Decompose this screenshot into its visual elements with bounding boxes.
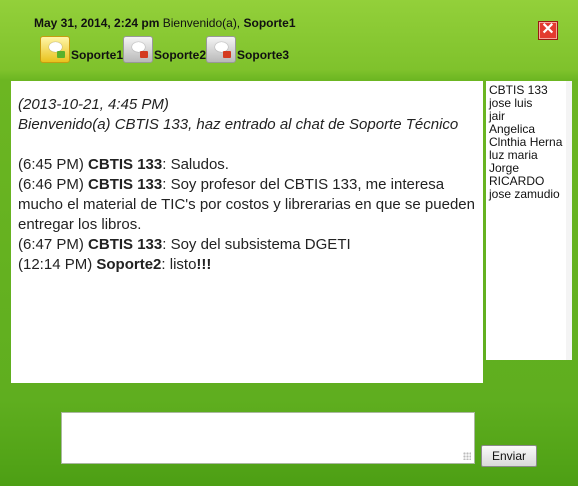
header-info: May 31, 2014, 2:24 pm Bienvenido(a), Sop… (34, 16, 296, 30)
message-time: (6:45 PM) (18, 156, 84, 173)
support-user-name: Soporte1 (71, 48, 124, 62)
chat-message: (6:46 PM) CBTIS 133: Soy profesor del CB… (18, 176, 475, 233)
chat-user-online-icon (40, 36, 70, 63)
send-button[interactable]: Enviar (481, 445, 537, 467)
message-text: listo (169, 256, 197, 273)
support-user-name: Soporte3 (237, 48, 290, 62)
chat-log[interactable]: (2013-10-21, 4:45 PM) Bienvenido(a) CBTI… (11, 81, 483, 383)
user-list-item[interactable]: jose zamudio (489, 188, 572, 201)
chat-intro-time: (2013-10-21, 4:45 PM) (18, 96, 169, 113)
message-sender: Soporte2 (96, 256, 162, 273)
support-users-bar: Soporte1 Soporte2 Soporte3 (40, 33, 289, 63)
close-icon: ✕ (541, 21, 555, 38)
message-input[interactable] (61, 412, 475, 464)
message-text: Soy del subsistema DGETI (170, 236, 351, 253)
chat-message: (6:47 PM) CBTIS 133: Soy del subsistema … (18, 236, 351, 253)
user-list-scrollbar[interactable] (566, 81, 572, 360)
chat-window: May 31, 2014, 2:24 pm Bienvenido(a), Sop… (0, 0, 578, 486)
support-user-soporte1[interactable]: Soporte1 (40, 36, 123, 63)
chat-user-offline-icon (206, 36, 237, 63)
chat-message: (12:14 PM) Soporte2: listo!!! (18, 256, 212, 273)
chat-user-offline-icon (123, 36, 154, 63)
support-user-name: Soporte2 (154, 48, 207, 62)
support-user-soporte3[interactable]: Soporte3 (206, 36, 289, 63)
support-user-soporte2[interactable]: Soporte2 (123, 36, 206, 63)
resize-grip-icon[interactable] (463, 452, 471, 460)
header-datetime: May 31, 2014, 2:24 pm (34, 16, 160, 30)
message-time: (6:46 PM) (18, 176, 84, 193)
message-sender: CBTIS 133 (88, 156, 163, 173)
message-emphasis: !!! (196, 256, 212, 273)
chat-intro-text: Bienvenido(a) CBTIS 133, haz entrado al … (18, 116, 459, 133)
message-sender: CBTIS 133 (88, 236, 163, 253)
connected-users-list[interactable]: CBTIS 133 jose luis jair Angelica Clnthi… (486, 81, 572, 360)
chat-message: (6:45 PM) CBTIS 133: Saludos. (18, 156, 229, 173)
message-text: Saludos. (170, 156, 229, 173)
message-text: Soy profesor del CBTIS 133, me interesa … (18, 176, 475, 233)
message-time: (12:14 PM) (18, 256, 93, 273)
message-sender: CBTIS 133 (88, 176, 163, 193)
close-button[interactable]: ✕ (538, 21, 558, 40)
header-current-user: Soporte1 (243, 16, 296, 30)
message-time: (6:47 PM) (18, 236, 84, 253)
header-welcome: Bienvenido(a), (162, 16, 241, 30)
